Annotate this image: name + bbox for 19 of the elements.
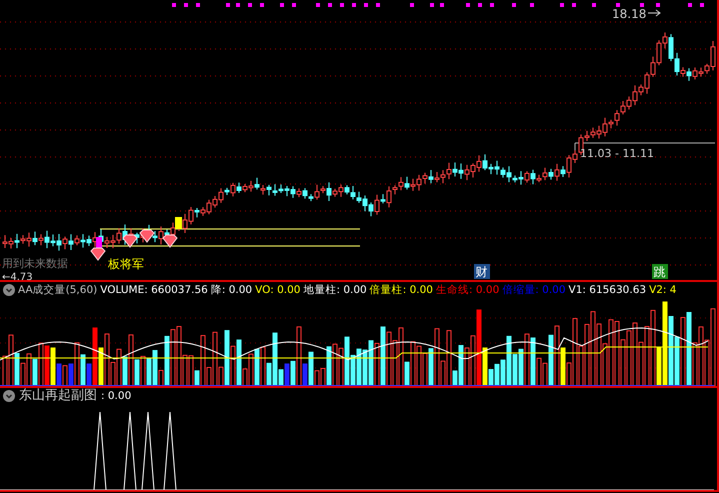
indicator-value: 倍量柱: 0.00 <box>370 283 433 298</box>
date-range-label: 11.03 - 11.11 <box>580 147 654 160</box>
signal-label: 板将军 <box>108 257 144 271</box>
indicator-value: V2: 4 <box>649 283 676 298</box>
indicator-value: AA成交量(5,60) <box>18 283 98 298</box>
price-label: 18.18 <box>612 7 646 21</box>
indicator-value: 倍缩量: 0.00 <box>502 283 566 298</box>
indicator-title: 东山再起副图 <box>19 388 97 404</box>
indicator-value: 降: 0.00 <box>210 283 252 298</box>
signal-badge: 跳 <box>652 264 668 279</box>
indicator-value: VOLUME: 660037.56 <box>100 283 208 298</box>
indicator-value: VO: 0.00 <box>255 283 300 298</box>
indicator-value: 地量柱: 0.00 <box>303 283 367 298</box>
indicator-value: 生命线: 0.00 <box>436 283 500 298</box>
indicator-value: V1: 615630.63 <box>568 283 646 298</box>
price-label: ←4.73 <box>2 272 33 282</box>
signal-badge: 财 <box>474 264 490 279</box>
indicator-value: : 0.00 <box>101 389 132 404</box>
warning-text: 用到未来数据 <box>2 257 68 270</box>
